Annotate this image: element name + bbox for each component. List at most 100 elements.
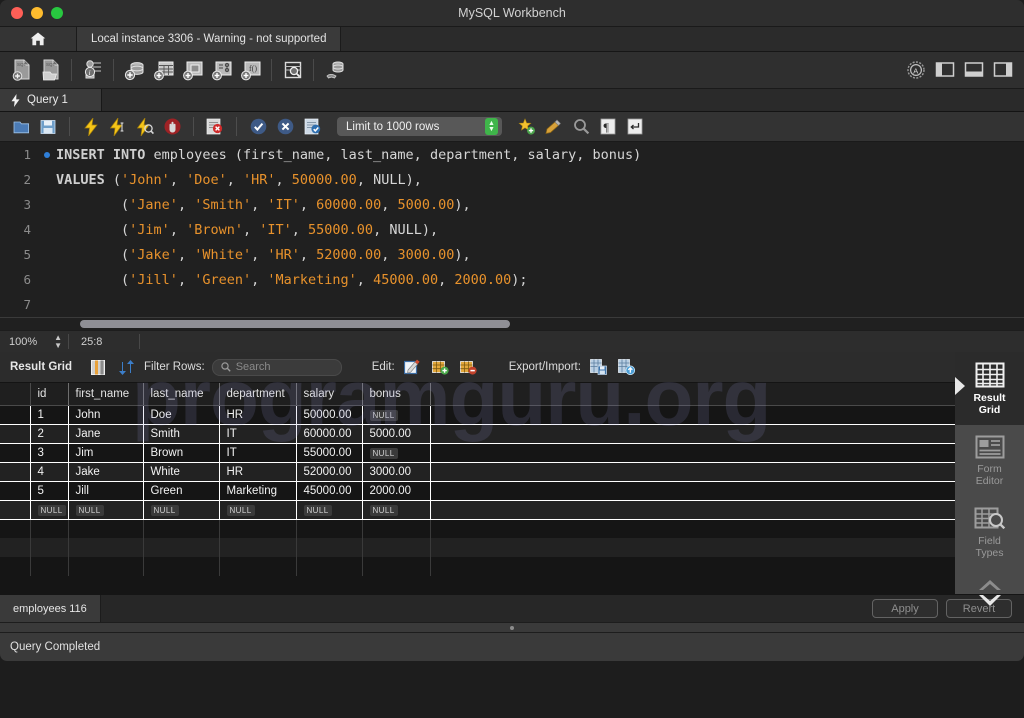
cell-department[interactable]: NULL [219, 500, 297, 520]
row-selector-cell[interactable] [0, 500, 31, 520]
cell-last_name[interactable]: Green [143, 481, 220, 501]
cell-id[interactable]: 2 [30, 424, 69, 444]
cell-bonus[interactable]: 2000.00 [362, 481, 431, 501]
row-selector-cell[interactable] [0, 424, 31, 444]
code-line[interactable]: 4 ('Jim', 'Brown', 'IT', 55000.00, NULL)… [0, 217, 1024, 242]
column-header-salary[interactable]: salary [296, 383, 363, 406]
cell-salary[interactable]: 52000.00 [296, 462, 363, 482]
row-selector-cell[interactable] [0, 405, 31, 425]
code-line[interactable]: 3 ('Jane', 'Smith', 'IT', 60000.00, 5000… [0, 192, 1024, 217]
column-header-id[interactable]: id [30, 383, 69, 406]
autocommit-icon[interactable] [300, 115, 324, 139]
find-icon[interactable] [569, 115, 593, 139]
new-procedure-icon[interactable] [208, 57, 235, 84]
new-function-icon[interactable]: f() [237, 57, 264, 84]
beautify-query-icon[interactable] [515, 115, 539, 139]
rollback-icon[interactable] [273, 115, 297, 139]
table-row[interactable]: 1 John Doe HR 50000.00 NULL [0, 405, 955, 425]
cell-last_name[interactable]: Doe [143, 405, 220, 425]
invisible-chars-icon[interactable]: ¶ [596, 115, 620, 139]
cell-bonus[interactable]: 3000.00 [362, 462, 431, 482]
cell-bonus[interactable]: 5000.00 [362, 424, 431, 444]
toggle-breakpoint-icon[interactable] [203, 115, 227, 139]
cell-department[interactable]: HR [219, 462, 297, 482]
window-controls[interactable] [0, 7, 63, 19]
result-grid-body[interactable]: 1 John Doe HR 50000.00 NULL 2 Jane Smith IT 60000.… [0, 405, 955, 576]
row-selector-cell[interactable] [0, 481, 31, 501]
new-table-icon[interactable] [150, 57, 177, 84]
code-line[interactable]: 1 INSERT INTO employees (first_name, last… [0, 142, 1024, 167]
sql-editor[interactable]: 1 INSERT INTO employees (first_name, last… [0, 142, 1024, 352]
panel-right-icon[interactable] [989, 57, 1016, 84]
cell-id[interactable]: 4 [30, 462, 69, 482]
cell-id[interactable]: 1 [30, 405, 69, 425]
cell-first_name[interactable]: John [68, 405, 144, 425]
table-row[interactable]: 4 Jake White HR 52000.00 3000.00 [0, 462, 955, 482]
column-header-bonus[interactable]: bonus [362, 383, 431, 406]
cell-id[interactable]: NULL [30, 500, 69, 520]
export-recordset-icon[interactable] [588, 357, 609, 378]
table-row[interactable]: 2 Jane Smith IT 60000.00 5000.00 [0, 424, 955, 444]
new-schema-icon[interactable] [121, 57, 148, 84]
table-row[interactable]: 3 Jim Brown IT 55000.00 NULL [0, 443, 955, 463]
splitter-handle[interactable] [510, 625, 514, 630]
wrap-lines-icon[interactable] [623, 115, 647, 139]
collapse-rail-arrow-icon[interactable] [955, 377, 965, 395]
edit-row-icon[interactable] [402, 357, 423, 378]
grid-view-icon[interactable] [88, 357, 109, 378]
schema-inspector-icon[interactable]: i [79, 57, 106, 84]
cell-salary[interactable]: 45000.00 [296, 481, 363, 501]
code-line[interactable]: 5 ('Jake', 'White', 'HR', 52000.00, 3000… [0, 242, 1024, 267]
execute-icon[interactable] [79, 115, 103, 139]
minimize-window-button[interactable] [31, 7, 43, 19]
execute-current-statement-icon[interactable] [106, 115, 130, 139]
connection-tab[interactable]: Local instance 3306 - Warning - not supp… [77, 27, 342, 51]
table-inspector-icon[interactable] [279, 57, 306, 84]
rail-item-result-grid[interactable]: Result Grid [955, 352, 1024, 425]
query-data-icon[interactable] [321, 57, 348, 84]
code-line[interactable]: 2 VALUES ('John', 'Doe', 'HR', 50000.00, … [0, 167, 1024, 192]
column-header-last_name[interactable]: last_name [143, 383, 220, 406]
new-sql-file-icon[interactable]: SQL [8, 57, 35, 84]
row-selector-cell[interactable] [0, 462, 31, 482]
cell-id[interactable]: 5 [30, 481, 69, 501]
toggle-comment-icon[interactable] [542, 115, 566, 139]
panel-splitter[interactable] [0, 622, 1024, 633]
stepper-up-down-icon[interactable]: ▲ ▼ [54, 333, 62, 350]
cell-first_name[interactable]: NULL [68, 500, 144, 520]
sql-code-area[interactable]: 1 INSERT INTO employees (first_name, last… [0, 142, 1024, 342]
cell-bonus[interactable]: NULL [362, 500, 431, 520]
table-row[interactable]: NULL NULL NULL NULL NULL NULL [0, 500, 955, 520]
maximize-window-button[interactable] [51, 7, 63, 19]
panel-left-icon[interactable] [931, 57, 958, 84]
result-grid-host[interactable]: id first_name last_name department salary bon… [0, 383, 955, 594]
stop-icon[interactable] [160, 115, 184, 139]
search-input[interactable]: Search [236, 361, 271, 373]
column-header-department[interactable]: department [219, 383, 297, 406]
code-line[interactable]: 6 ('Jill', 'Green', 'Marketing', 45000.0… [0, 267, 1024, 292]
cell-first_name[interactable]: Jim [68, 443, 144, 463]
cell-last_name[interactable]: NULL [143, 500, 220, 520]
explain-query-icon[interactable] [133, 115, 157, 139]
close-window-button[interactable] [11, 7, 23, 19]
cell-salary[interactable]: 60000.00 [296, 424, 363, 444]
open-sql-file-icon[interactable]: SQL [37, 57, 64, 84]
cell-salary[interactable]: 55000.00 [296, 443, 363, 463]
delete-row-icon[interactable] [458, 357, 479, 378]
apply-button[interactable]: Apply [872, 599, 938, 618]
cell-department[interactable]: HR [219, 405, 297, 425]
result-tab-employees[interactable]: employees 116 [0, 595, 101, 622]
row-selector-cell[interactable] [0, 443, 31, 463]
cell-department[interactable]: Marketing [219, 481, 297, 501]
cell-department[interactable]: IT [219, 424, 297, 444]
tab-query-1[interactable]: Query 1 [0, 89, 102, 111]
cell-salary[interactable]: 50000.00 [296, 405, 363, 425]
table-row[interactable]: 5 Jill Green Marketing 45000.00 2000.00 [0, 481, 955, 501]
cell-id[interactable]: 3 [30, 443, 69, 463]
new-view-icon[interactable] [179, 57, 206, 84]
code-line[interactable]: 7 [0, 292, 1024, 317]
cell-last_name[interactable]: Brown [143, 443, 220, 463]
editor-zoom-control[interactable]: 100% ▲ ▼ [0, 333, 68, 350]
refresh-icon[interactable] [116, 357, 137, 378]
insert-row-icon[interactable] [430, 357, 451, 378]
